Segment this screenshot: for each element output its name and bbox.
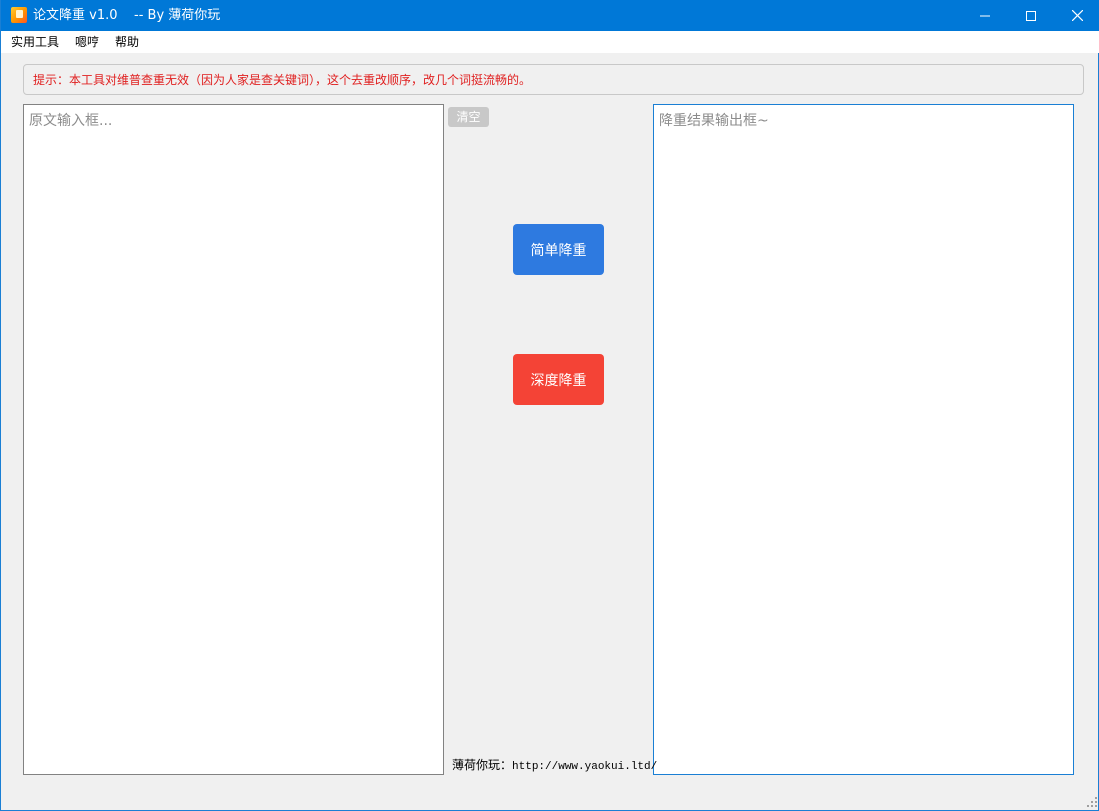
minimize-icon bbox=[980, 15, 990, 16]
menu-item-help[interactable]: 帮助 bbox=[115, 34, 139, 50]
maximize-icon bbox=[1026, 10, 1036, 21]
close-icon bbox=[1071, 10, 1083, 21]
app-icon bbox=[11, 7, 27, 23]
maximize-button[interactable] bbox=[1008, 0, 1054, 31]
footer-url[interactable]: http://www.yaokui.ltd/ bbox=[512, 761, 657, 773]
menu-item-enheng[interactable]: 嗯哼 bbox=[75, 34, 99, 50]
app-window: 论文降重 v1.0 -- By 薄荷你玩 实用工具 嗯哼 帮助 提示：本工具对维… bbox=[0, 0, 1099, 811]
tip-text: 提示：本工具对维普查重无效（因为人家是查关键词），这个去重改顺序，改几个词挺流畅… bbox=[33, 73, 532, 87]
clear-button[interactable]: 清空 bbox=[448, 107, 489, 127]
resize-grip-icon[interactable] bbox=[1087, 797, 1098, 808]
footer-credit: 薄荷你玩：http://www.yaokui.ltd/ bbox=[452, 758, 657, 775]
minimize-button[interactable] bbox=[962, 0, 1008, 31]
menu-bar: 实用工具 嗯哼 帮助 bbox=[1, 31, 1099, 53]
footer-label: 薄荷你玩： bbox=[452, 758, 513, 772]
tip-box: 提示：本工具对维普查重无效（因为人家是查关键词），这个去重改顺序，改几个词挺流畅… bbox=[23, 64, 1084, 95]
title-bar[interactable]: 论文降重 v1.0 -- By 薄荷你玩 bbox=[1, 0, 1099, 31]
menu-item-tools[interactable]: 实用工具 bbox=[11, 34, 59, 50]
source-input[interactable] bbox=[23, 104, 444, 775]
result-output[interactable] bbox=[653, 104, 1074, 775]
close-button[interactable] bbox=[1054, 0, 1099, 31]
deep-rewrite-button[interactable]: 深度降重 bbox=[513, 354, 604, 405]
window-title: 论文降重 v1.0 -- By 薄荷你玩 bbox=[33, 8, 221, 23]
simple-rewrite-button[interactable]: 简单降重 bbox=[513, 224, 604, 275]
